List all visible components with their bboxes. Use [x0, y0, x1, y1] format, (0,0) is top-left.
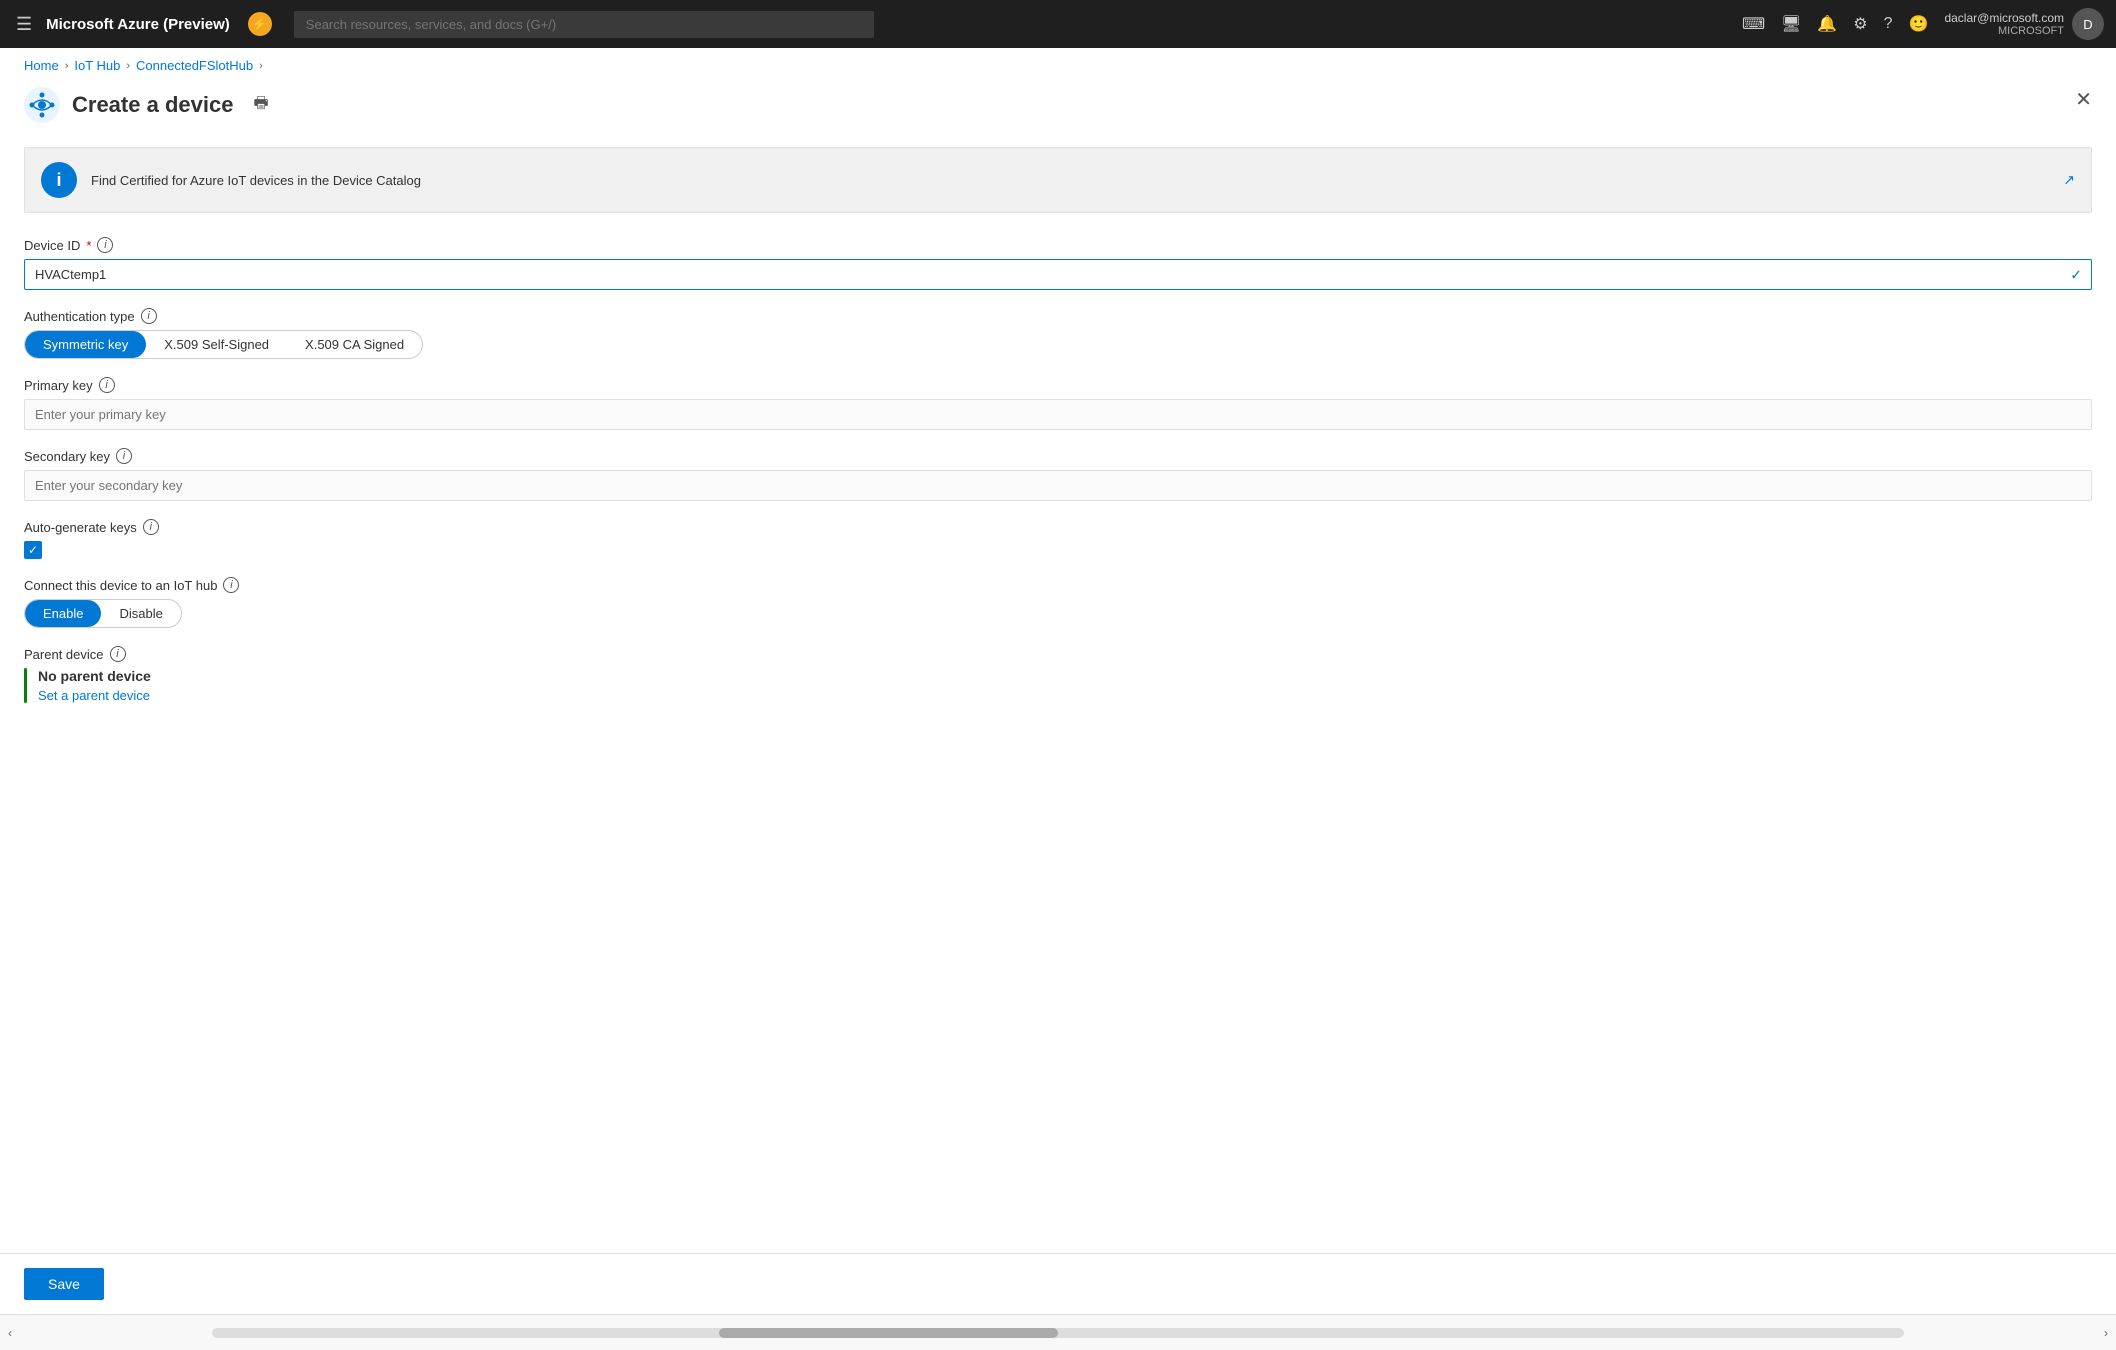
auth-type-group: Symmetric key X.509 Self-Signed X.509 CA… — [24, 330, 423, 359]
feedback-icon[interactable]: 🙂 — [1909, 14, 1929, 34]
auto-generate-checkbox[interactable]: ✓ — [24, 541, 42, 559]
page-header-actions: 🖶 — [253, 92, 268, 119]
auth-type-info-icon[interactable]: i — [141, 308, 157, 324]
secondary-key-info-icon[interactable]: i — [116, 448, 132, 464]
auth-x509-ca-signed-button[interactable]: X.509 CA Signed — [287, 331, 422, 358]
close-button[interactable]: ✕ — [2075, 87, 2092, 112]
primary-key-input[interactable] — [24, 399, 2092, 430]
parent-device-name: No parent device — [38, 668, 151, 684]
page-header: Create a device 🖶 ✕ — [0, 83, 2116, 139]
auth-x509-self-signed-button[interactable]: X.509 Self-Signed — [146, 331, 287, 358]
auto-generate-info-icon[interactable]: i — [143, 519, 159, 535]
save-button[interactable]: Save — [24, 1268, 104, 1300]
breadcrumb-sep-1: › — [65, 60, 69, 72]
primary-key-label: Primary key i — [24, 377, 2092, 393]
parent-device-section: Parent device i No parent device Set a p… — [24, 646, 2092, 703]
primary-key-info-icon[interactable]: i — [99, 377, 115, 393]
main-content: i Find Certified for Azure IoT devices i… — [0, 139, 2116, 745]
parent-device-info: No parent device Set a parent device — [38, 668, 151, 703]
secondary-key-input[interactable] — [24, 470, 2092, 501]
user-email: daclar@microsoft.com — [1944, 11, 2064, 25]
scroll-left-arrow[interactable]: ‹ — [0, 1326, 20, 1340]
breadcrumb-iot-hub[interactable]: IoT Hub — [74, 58, 120, 73]
connect-device-info-icon[interactable]: i — [223, 577, 239, 593]
user-avatar[interactable]: D — [2072, 8, 2104, 40]
user-org: MICROSOFT — [1944, 25, 2064, 37]
breadcrumb-hub-name[interactable]: ConnectedFSlotHub — [136, 58, 253, 73]
device-id-label: Device ID * i — [24, 237, 2092, 253]
settings-icon[interactable]: ⚙ — [1853, 14, 1867, 34]
auto-generate-checkbox-wrapper: ✓ — [24, 541, 2092, 559]
page-title: Create a device — [72, 92, 233, 118]
device-id-input-wrapper: ✓ — [24, 259, 2092, 290]
hamburger-icon[interactable]: ☰ — [12, 10, 36, 39]
notification-icon[interactable]: 🔔 — [1817, 14, 1837, 34]
device-id-check-icon: ✓ — [2070, 266, 2082, 283]
auto-generate-label: Auto-generate keys i — [24, 519, 2092, 535]
azure-badge[interactable]: ⚡ — [248, 12, 272, 36]
set-parent-device-link[interactable]: Set a parent device — [38, 688, 150, 703]
topbar-icons: ⌨ 🖥 🔔 ⚙ ? 🙂 daclar@microsoft.com MICROSO… — [1742, 8, 2104, 40]
connect-device-section: Connect this device to an IoT hub i Enab… — [24, 577, 2092, 628]
terminal-icon[interactable]: ⌨ — [1742, 14, 1765, 34]
parent-device-content: No parent device Set a parent device — [24, 668, 2092, 703]
scrollbar-thumb[interactable] — [719, 1328, 1058, 1338]
app-title: Microsoft Azure (Preview) — [46, 16, 230, 33]
scroll-right-arrow[interactable]: › — [2096, 1326, 2116, 1340]
parent-device-label: Parent device i — [24, 646, 2092, 662]
breadcrumb-sep-2: › — [126, 60, 130, 72]
connect-enable-button[interactable]: Enable — [25, 600, 101, 627]
secondary-key-label: Secondary key i — [24, 448, 2092, 464]
scrollbar-track[interactable] — [212, 1328, 1905, 1338]
auth-type-label: Authentication type i — [24, 308, 2092, 324]
print-icon[interactable]: 🖶 — [253, 92, 268, 119]
connect-device-label: Connect this device to an IoT hub i — [24, 577, 2092, 593]
parent-device-info-icon[interactable]: i — [110, 646, 126, 662]
auth-type-section: Authentication type i Symmetric key X.50… — [24, 308, 2092, 359]
page-footer: Save — [0, 1253, 2116, 1314]
global-search-input[interactable] — [294, 11, 874, 38]
device-id-info-icon[interactable]: i — [97, 237, 113, 253]
auth-symmetric-key-button[interactable]: Symmetric key — [25, 331, 146, 358]
breadcrumb-home[interactable]: Home — [24, 58, 59, 73]
connect-disable-button[interactable]: Disable — [101, 600, 180, 627]
primary-key-section: Primary key i — [24, 377, 2092, 430]
device-id-section: Device ID * i ✓ — [24, 237, 2092, 290]
required-marker: * — [86, 238, 91, 253]
topbar: ☰ Microsoft Azure (Preview) ⚡ ⌨ 🖥 🔔 ⚙ ? … — [0, 0, 2116, 48]
page-icon — [24, 87, 60, 123]
external-link-icon[interactable]: ↗ — [2063, 172, 2075, 189]
parent-device-indicator — [24, 668, 27, 703]
breadcrumb-sep-3: › — [259, 60, 263, 72]
checkbox-check-icon: ✓ — [28, 543, 38, 557]
info-banner: i Find Certified for Azure IoT devices i… — [24, 147, 2092, 213]
auto-generate-section: Auto-generate keys i ✓ — [24, 519, 2092, 559]
help-icon[interactable]: ? — [1884, 15, 1893, 33]
info-banner-icon: i — [41, 162, 77, 198]
portal-icon[interactable]: 🖥 — [1781, 14, 1801, 34]
secondary-key-section: Secondary key i — [24, 448, 2092, 501]
scrollbar-area: ‹ › — [0, 1314, 2116, 1350]
connect-toggle-group: Enable Disable — [24, 599, 182, 628]
user-menu[interactable]: daclar@microsoft.com MICROSOFT D — [1944, 8, 2104, 40]
info-banner-text: Find Certified for Azure IoT devices in … — [91, 173, 421, 188]
breadcrumb: Home › IoT Hub › ConnectedFSlotHub › — [0, 48, 2116, 83]
device-id-input[interactable] — [24, 259, 2092, 290]
